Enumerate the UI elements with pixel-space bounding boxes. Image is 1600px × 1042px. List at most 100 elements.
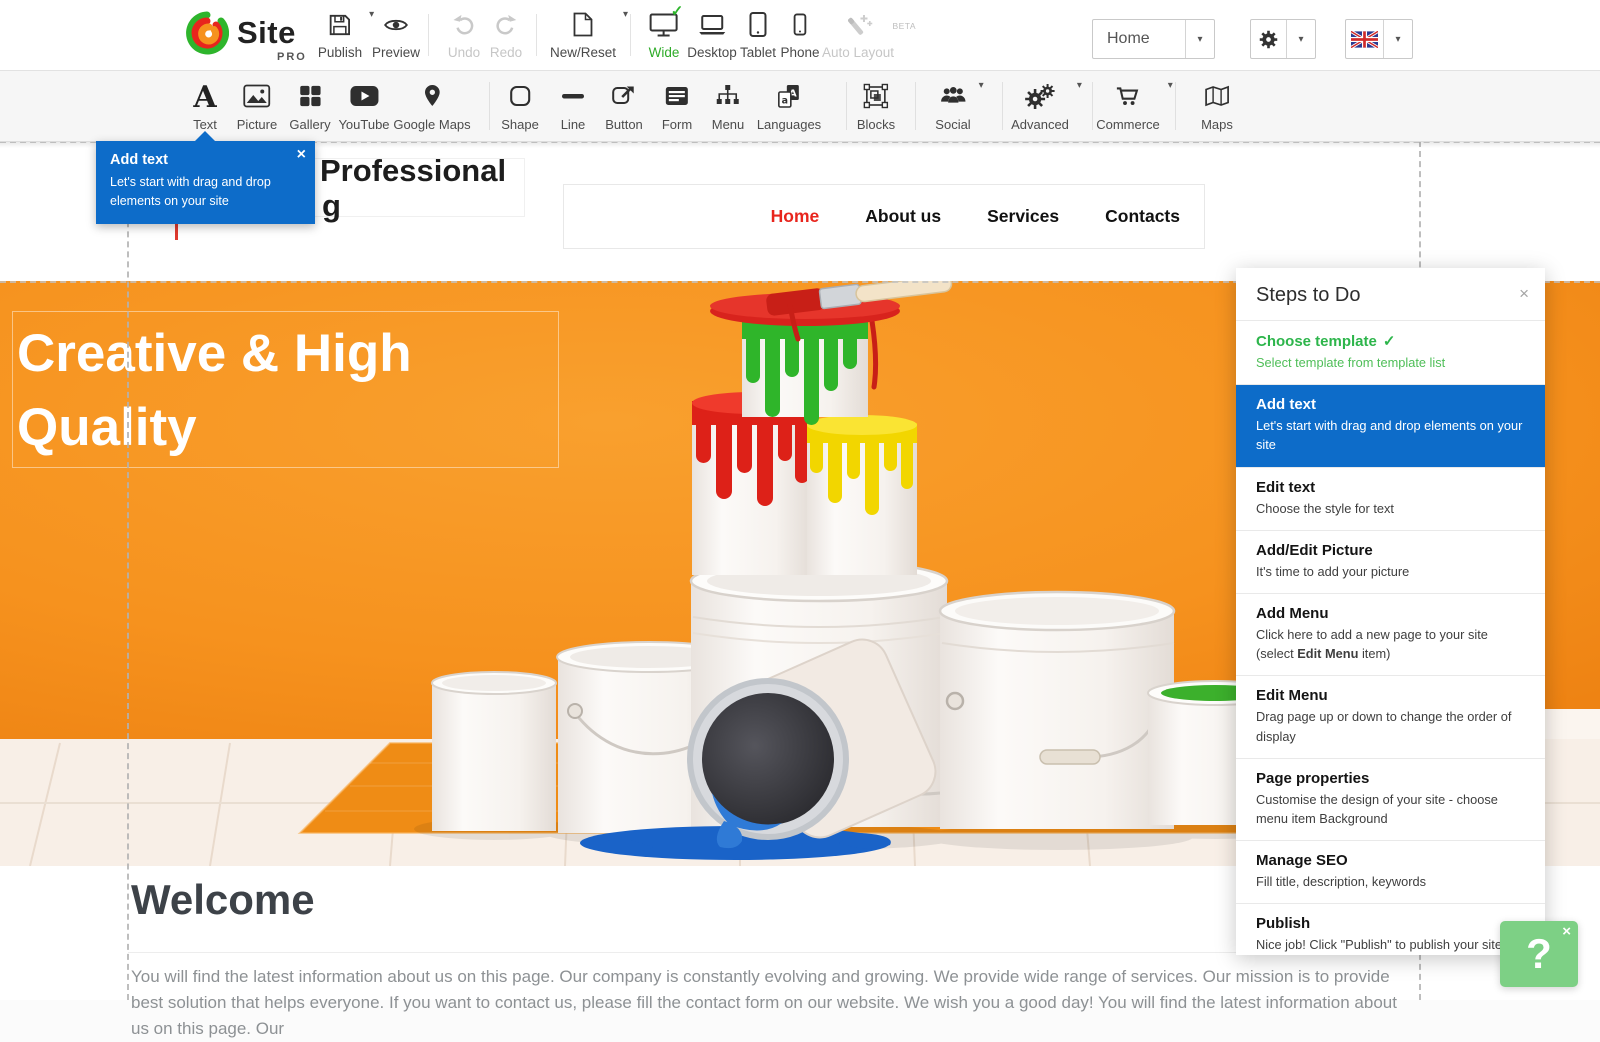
close-icon[interactable]: × [297,146,306,164]
redo-icon [493,12,519,43]
close-icon[interactable]: × [1519,284,1529,304]
element-advanced[interactable]: ▾ Advanced [1011,82,1069,132]
auto-layout-button[interactable]: BETA Auto Layout [822,11,894,60]
element-blocks[interactable]: Blocks [857,82,895,132]
element-maps[interactable]: Maps [1201,82,1233,132]
chevron-down-icon[interactable]: ▾ [1286,20,1315,58]
element-social[interactable]: ▾ Social [935,82,970,132]
element-languages[interactable]: A a Languages [757,82,821,132]
chevron-down-icon[interactable]: ▾ [1383,20,1412,58]
language-flag-button[interactable]: ▾ [1345,19,1413,59]
add-text-tooltip: Add text Let's start with drag and drop … [96,141,315,224]
steps-to-do-panel: Steps to Do × Choose template✓ Select te… [1236,268,1545,955]
map-pin-icon [421,83,443,113]
element-text[interactable]: A Text [193,82,217,132]
page-left-guide[interactable] [127,141,129,1000]
element-button[interactable]: Button [605,82,643,132]
magic-wand-icon [843,11,873,44]
question-mark-icon[interactable]: ? [1526,930,1552,978]
undo-button[interactable]: Undo [448,11,480,60]
element-picture[interactable]: Picture [237,82,277,132]
chevron-down-icon[interactable]: ▾ [1168,80,1173,91]
welcome-heading[interactable]: Welcome [131,876,315,924]
svg-text:a: a [782,95,788,106]
shape-icon [508,84,532,113]
section-divider [128,952,1420,953]
brand-sub: PRO [277,51,307,63]
element-commerce[interactable]: ▾ Commerce [1096,82,1160,132]
element-google-maps[interactable]: Google Maps [393,82,470,132]
text-icon: A [193,83,216,113]
element-youtube[interactable]: YouTube [338,82,389,132]
uk-flag-icon[interactable] [1346,20,1383,58]
device-tablet-button[interactable]: Tablet [740,11,776,60]
chevron-down-icon[interactable]: ▾ [1077,80,1082,91]
elements-toolbar: A Text Picture Gallery YouTube [0,71,1600,142]
beta-badge: BETA [892,21,916,31]
device-phone-button[interactable]: Phone [780,11,819,60]
step-edit-text[interactable]: Edit text Choose the style for text [1236,467,1545,530]
step-edit-menu[interactable]: Edit Menu Drag page up or down to change… [1236,675,1545,757]
tablet-icon [749,11,767,43]
laptop-icon [697,12,727,43]
top-toolbar: Site PRO ▾ Publish Preview [0,0,1600,71]
site-logo-text-line1[interactable]: Professional [320,153,506,189]
check-icon: ✓ [671,2,684,20]
toolbar-divider [630,14,631,56]
settings-button[interactable]: ▾ [1250,19,1316,59]
gear-icon[interactable] [1251,20,1286,58]
publish-button[interactable]: ▾ Publish [318,11,362,60]
chevron-down-icon[interactable]: ▾ [1185,20,1214,58]
page-select-button[interactable]: Home ▾ [1092,19,1215,59]
chevron-down-icon[interactable]: ▾ [623,9,628,20]
element-line[interactable]: Line [560,82,586,132]
translate-icon: A a [776,83,802,114]
panel-title: Steps to Do [1256,284,1361,306]
app-logo: Site PRO [185,11,296,55]
element-form[interactable]: Form [662,82,692,132]
site-logo-text-line2[interactable]: g [322,188,341,224]
device-wide-button[interactable]: ✓ Wide [649,11,680,60]
nav-about-us[interactable]: About us [865,206,941,227]
new-reset-button[interactable]: ▾ New/Reset [550,11,616,60]
hero-title[interactable]: Creative & High Quality [17,317,557,465]
toolbar-divider [846,82,847,130]
phone-icon [793,12,806,42]
toolbar-divider [1175,82,1176,130]
step-choose-template[interactable]: Choose template✓ Select template from te… [1236,320,1545,384]
element-gallery[interactable]: Gallery [289,82,330,132]
element-menu[interactable]: Menu [712,82,745,132]
step-add-text[interactable]: Add text Let's start with drag and drop … [1236,384,1545,466]
people-icon [938,84,968,113]
step-add-menu[interactable]: Add Menu Click here to add a new page to… [1236,593,1545,675]
nav-home[interactable]: Home [771,206,820,227]
undo-icon [451,12,477,43]
cart-icon [1114,83,1141,114]
step-add-edit-picture[interactable]: Add/Edit Picture It's time to add your p… [1236,530,1545,593]
sitepro-logo-icon [185,11,229,55]
element-shape[interactable]: Shape [501,82,539,132]
welcome-paragraph[interactable]: You will find the latest information abo… [131,964,1416,1042]
toolbar-divider [428,14,429,56]
toolbar-divider [489,82,490,130]
preview-button[interactable]: Preview [372,11,420,60]
picture-icon [243,84,271,113]
blocks-icon [863,83,889,114]
page-select-value[interactable]: Home [1093,20,1185,58]
step-manage-seo[interactable]: Manage SEO Fill title, description, keyw… [1236,840,1545,903]
device-desktop-button[interactable]: Desktop [687,11,737,60]
nav-contacts[interactable]: Contacts [1105,206,1180,227]
form-icon [664,85,690,112]
eye-icon [382,12,410,43]
folded-map-icon [1204,84,1230,113]
step-publish[interactable]: Publish Nice job! Click "Publish" to pub… [1236,903,1545,955]
chevron-down-icon[interactable]: ▾ [979,80,984,91]
nav-services[interactable]: Services [987,206,1059,227]
redo-button[interactable]: Redo [490,11,522,60]
sitemap-icon [715,84,741,113]
help-button[interactable]: ? × [1500,921,1578,987]
step-page-properties[interactable]: Page properties Customise the design of … [1236,758,1545,840]
close-icon[interactable]: × [1562,923,1571,940]
line-icon [560,84,586,113]
tooltip-body: Let's start with drag and drop elements … [110,173,301,211]
